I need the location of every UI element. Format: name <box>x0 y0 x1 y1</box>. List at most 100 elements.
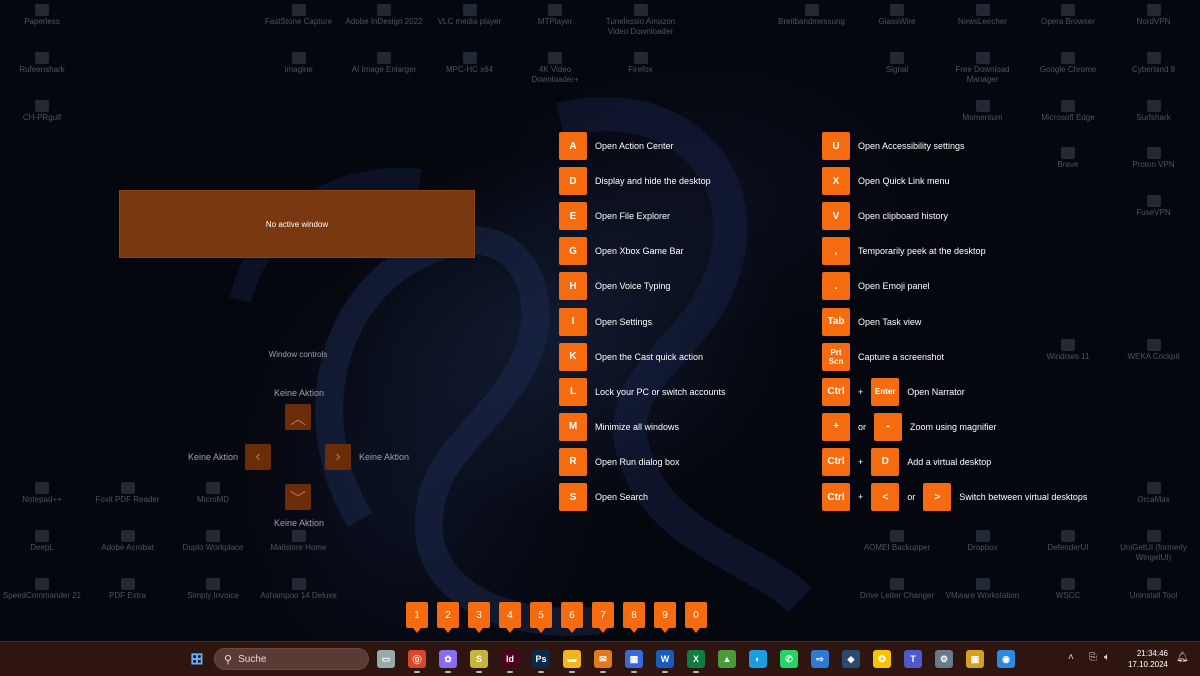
desktop-icon[interactable]: Opera Browser <box>1028 4 1108 27</box>
norton-icon[interactable]: ✪ <box>873 650 891 668</box>
desktop-icon[interactable]: MicroMD <box>173 482 253 505</box>
desktop-icon[interactable]: MPC-HC x64 <box>430 51 510 75</box>
desktop-icon[interactable]: DeepL <box>2 529 82 553</box>
app-cube-icon[interactable]: ◆ <box>842 650 860 668</box>
copilot-icon[interactable]: ✿ <box>439 650 457 668</box>
volume-icon[interactable]: 🔈︎ <box>1104 652 1110 663</box>
desktop-icon-label: UniGetUI (formerly WingetUI) <box>1120 542 1187 562</box>
word-icon[interactable]: W <box>656 650 674 668</box>
desktop-icon[interactable]: Brave <box>1028 147 1108 170</box>
photoshop-icon[interactable]: Ps <box>532 650 550 668</box>
desktop-icon[interactable]: Dropbox <box>943 529 1023 553</box>
edge-icon[interactable]: ◐ <box>749 650 767 668</box>
desktop-icon[interactable]: Firefox <box>601 51 681 75</box>
desktop-icon[interactable]: FuseVPN <box>1114 195 1194 218</box>
desktop-icon[interactable]: VMware Workstation <box>943 577 1023 601</box>
window-control-left-button[interactable]: ‹ <box>245 444 271 470</box>
desktop-icon-label: Adobe InDesign 2022 <box>345 17 423 26</box>
desktop-icon[interactable]: OrcaMax <box>1114 482 1194 505</box>
desktop-icon[interactable]: Adobe InDesign 2022 <box>344 4 424 27</box>
desktop-icon[interactable]: Signal <box>857 51 937 75</box>
desktop-icon[interactable]: Breitbandmessung <box>772 4 852 27</box>
file-explorer-icon[interactable]: ▬ <box>563 650 581 668</box>
taskbar: ⊞ ⚲ Suche ▭ ⓪ ✿ S Id Ps ▬ ✉ ▦ W X ▲ ◐ ✆ ⇨ ◆ ✪ T ⚙ ▣ ◉ ˄ ⎘ 🔈︎… <box>0 641 1200 676</box>
notification-bell-icon[interactable]: 🔔︎ <box>1176 652 1189 663</box>
desktop-icon[interactable]: Surfshark <box>1114 99 1194 123</box>
desktop-icon[interactable]: Foxit PDF Reader <box>88 482 168 505</box>
control-panel-icon[interactable]: ▣ <box>966 650 984 668</box>
whatsapp-icon[interactable]: ✆ <box>780 650 798 668</box>
app-shortcut-icon <box>1061 99 1075 112</box>
app-shortcut-icon <box>120 577 135 590</box>
shortcut-key: . <box>822 272 850 301</box>
desktop-icon[interactable]: Paperless <box>2 4 82 27</box>
desktop-icon[interactable]: NordVPN <box>1114 4 1194 27</box>
desktop-icon[interactable]: VLC media player <box>430 4 510 27</box>
shortcut-description: Switch between virtual desktops <box>959 492 1088 502</box>
s-app-icon[interactable]: S <box>470 650 488 668</box>
desktop-icon[interactable]: PDF Extra <box>88 577 168 601</box>
desktop-icon[interactable]: NewsLeecher <box>943 4 1023 27</box>
1password-icon[interactable]: ⓪ <box>408 650 426 668</box>
desktop-icon-label: VMware Workstation <box>945 590 1020 600</box>
desktop-icon[interactable]: WSCC <box>1028 577 1108 601</box>
taskbar-search-box[interactable]: ⚲ Suche <box>214 648 369 670</box>
desktop-icon[interactable]: FastStone Capture <box>259 4 339 27</box>
active-window-label: No active window <box>265 219 329 229</box>
desktop-icon[interactable]: Drive Letter Changer <box>857 577 937 601</box>
settings-icon[interactable]: ⚙ <box>935 650 953 668</box>
desktop-icon[interactable]: Ashampoo 14 Deluxe <box>259 577 339 601</box>
desktop-icon[interactable]: 4K Video Downloader+ <box>515 51 595 85</box>
desktop-icon[interactable]: Windows 11 <box>1028 338 1108 362</box>
desktop-icon-label: NewsLeecher <box>958 17 1007 26</box>
desktop-icon[interactable]: Uninstall Tool <box>1114 577 1194 601</box>
desktop-icon[interactable]: SpeedCommander 21 <box>2 577 82 601</box>
teams-icon[interactable]: T <box>904 650 922 668</box>
app-shortcut-icon <box>1146 577 1161 590</box>
desktop-icon[interactable]: Rufeenshark <box>2 51 82 75</box>
desktop-icon[interactable]: Momentum <box>943 99 1023 123</box>
desktop-icon-label: Brave <box>1057 160 1079 170</box>
desktop-icon[interactable]: Free Download Manager <box>943 51 1023 85</box>
excel-icon[interactable]: X <box>687 650 705 668</box>
desktop-icon[interactable]: UniGetUI (formerly WingetUI) <box>1114 529 1194 563</box>
desktop-icon[interactable]: MTPlayer <box>515 4 595 27</box>
desktop-icon[interactable]: DefenderUI <box>1028 529 1108 553</box>
system-clock[interactable]: 21:34:46 17.10.2024 <box>1122 648 1168 670</box>
window-control-down-button[interactable]: ﹀ <box>285 484 311 510</box>
desktop-icon[interactable]: GlassWire <box>857 4 937 27</box>
running-indicator <box>414 671 420 673</box>
task-view-icon[interactable]: ▭ <box>377 650 395 668</box>
desktop-icon[interactable]: Notepad++ <box>2 482 82 505</box>
desktop-icon[interactable]: Mailstore Home <box>259 529 339 553</box>
desktop-icon[interactable]: Duplo Workplace <box>173 529 253 553</box>
desktop-icon[interactable]: Imagine <box>259 51 339 75</box>
window-control-up-button[interactable]: ︿ <box>285 404 311 430</box>
remote-desktop-icon[interactable]: ⇨ <box>811 650 829 668</box>
desktop-icon[interactable]: Microsoft Edge <box>1028 99 1108 123</box>
desktop-icon[interactable]: AOMEI Backupper <box>857 529 937 553</box>
desktop-icon-label: Paperless <box>24 17 60 26</box>
desktop-icon[interactable]: AI Image Enlarger <box>344 51 424 75</box>
desktop-icon[interactable]: Proton VPN <box>1114 147 1194 170</box>
image-viewer-icon[interactable]: ▲ <box>718 650 736 668</box>
desktop-icon[interactable]: Tunelessio Amazon Video Downloader <box>601 4 681 37</box>
indesign-icon[interactable]: Id <box>501 650 519 668</box>
network-icon[interactable]: ⎘ <box>1089 652 1097 663</box>
desktop-icon[interactable]: Cyberland 8 <box>1114 51 1194 75</box>
desktop-icon[interactable]: CH-PRgulf <box>2 99 82 123</box>
browser-app-icon[interactable]: ◉ <box>997 650 1015 668</box>
taskbar-number-badge: 9 <box>654 602 676 633</box>
windows-start-icon[interactable]: ⊞ <box>188 650 206 668</box>
desktop-icon-label: Ashampoo 14 Deluxe <box>260 590 337 600</box>
desktop-icon[interactable]: Simply Invoice <box>173 577 253 601</box>
microsoft-store-icon[interactable]: ▦ <box>625 650 643 668</box>
desktop-icon[interactable]: Adobe Acrobat <box>88 529 168 553</box>
mail-app-icon[interactable]: ✉ <box>594 650 612 668</box>
window-control-right-button[interactable]: › <box>325 444 351 470</box>
tray-chevron-up-icon[interactable]: ˄ <box>1068 652 1074 663</box>
desktop-icon[interactable]: WEKA Cockpit <box>1114 338 1194 362</box>
shortcut-row: + or - Zoom using magnifier <box>822 412 997 441</box>
app-shortcut-icon <box>1146 195 1161 208</box>
desktop-icon[interactable]: Google Chrome <box>1028 51 1108 75</box>
